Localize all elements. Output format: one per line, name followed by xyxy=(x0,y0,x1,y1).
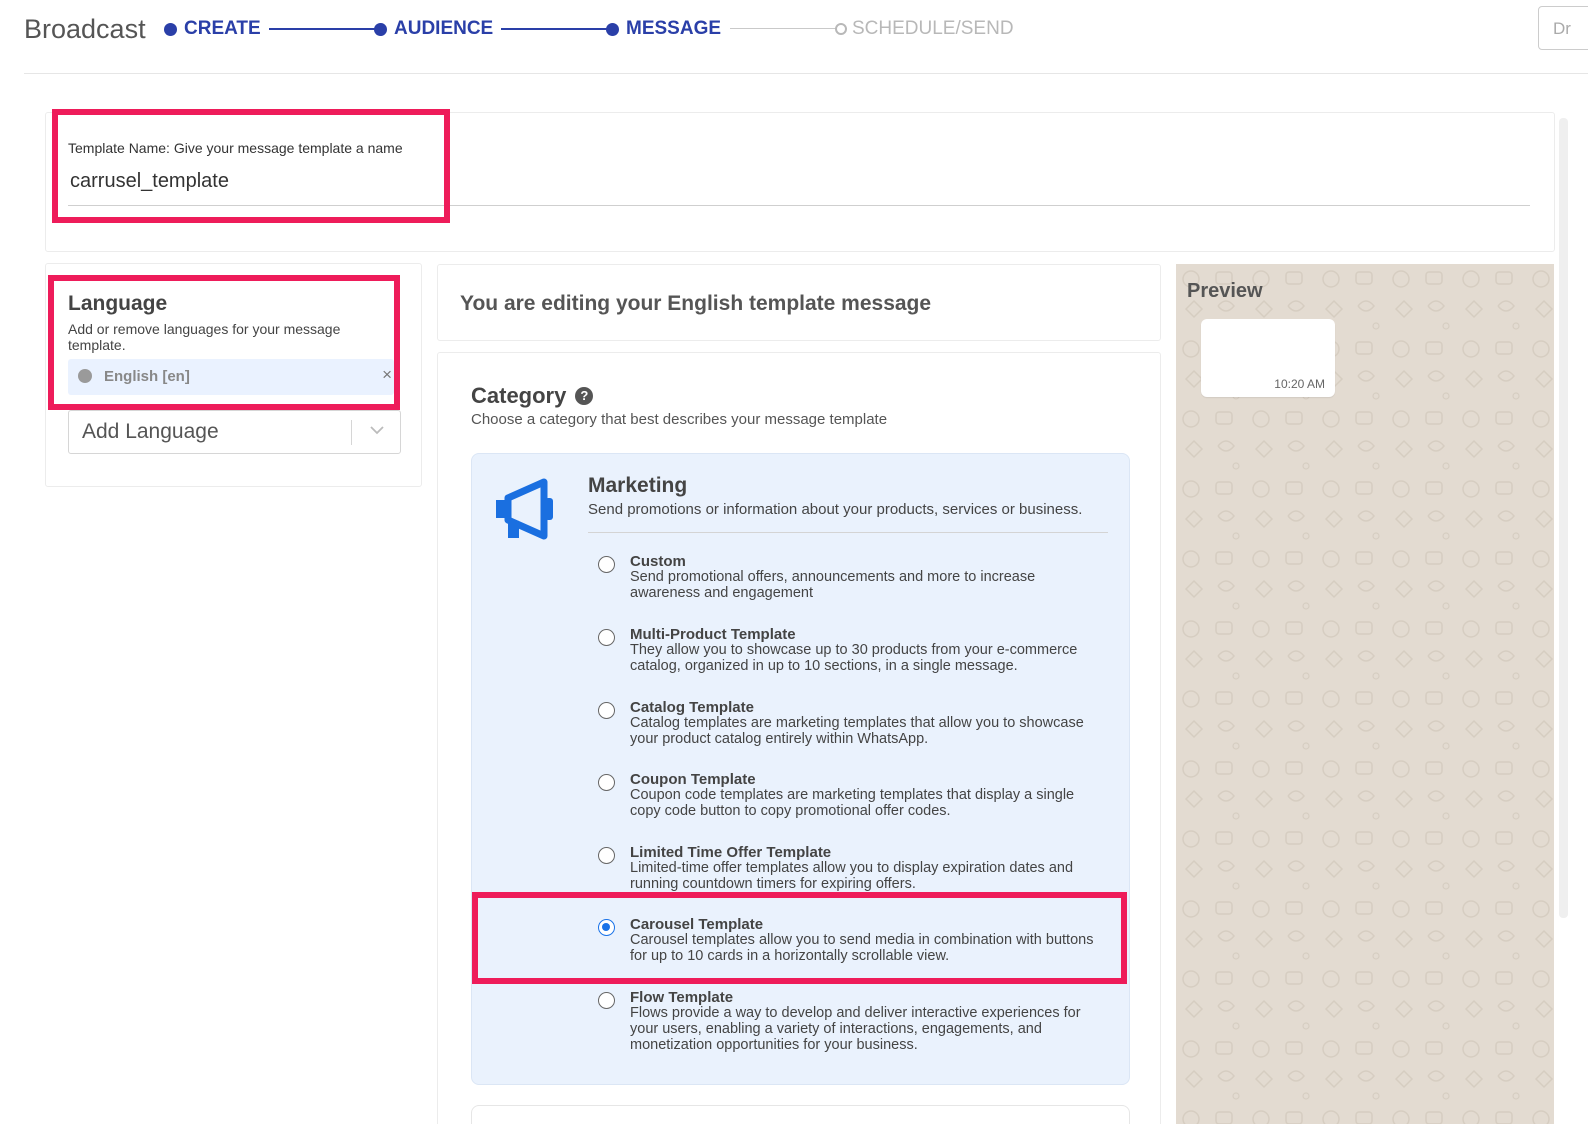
preview-panel: Preview 10:20 AM xyxy=(1176,264,1554,1124)
chevron-down-icon[interactable] xyxy=(370,426,384,435)
marketing-subtitle: Send promotions or information about you… xyxy=(588,501,1083,518)
step-label: SCHEDULE/SEND xyxy=(852,18,1014,39)
draft-button[interactable]: Dr xyxy=(1538,6,1588,50)
option-title: Custom xyxy=(630,553,686,570)
add-language-placeholder: Add Language xyxy=(82,420,219,443)
option-title: Flow Template xyxy=(630,989,734,1006)
brand-title: Broadcast xyxy=(24,14,146,44)
option-description: Send promotional offers, announcements a… xyxy=(630,569,1036,601)
step-label: MESSAGE xyxy=(626,18,722,39)
step-connector xyxy=(269,28,375,30)
option-description: Limited-time offer templates allow you t… xyxy=(630,860,1074,892)
option-title: Catalog Template xyxy=(630,699,754,716)
option-title: Multi-Product Template xyxy=(630,626,796,643)
megaphone-icon xyxy=(496,478,553,540)
step-done-dot-icon xyxy=(374,22,387,36)
highlight-language xyxy=(48,275,400,410)
highlight-template-name xyxy=(52,109,450,223)
marketing-title: Marketing xyxy=(588,474,688,497)
option-description: They allow you to showcase up to 30 prod… xyxy=(630,642,1078,674)
preview-title: Preview xyxy=(1187,280,1263,302)
message-bubble: 10:20 AM xyxy=(1201,319,1335,397)
step-current-dot-icon xyxy=(606,22,619,36)
category-subtitle: Choose a category that best describes yo… xyxy=(471,411,888,428)
radio-button[interactable] xyxy=(598,702,615,719)
category-title: Category ? xyxy=(471,383,594,409)
editing-title: You are editing your English template me… xyxy=(460,292,932,315)
next-category-box[interactable] xyxy=(471,1105,1130,1124)
step-label: AUDIENCE xyxy=(394,18,494,39)
marketing-divider xyxy=(588,532,1108,533)
broadcast-page: Broadcast CREATE AUDIENCE MESSAGE SCHEDU… xyxy=(0,0,1588,1124)
option-description: Coupon code templates are marketing temp… xyxy=(630,787,1075,819)
option-title: Coupon Template xyxy=(630,771,756,788)
step-message[interactable]: MESSAGE xyxy=(606,18,721,40)
marketing-category-box[interactable]: Marketing Send promotions or information… xyxy=(471,453,1130,1085)
option-description: Catalog templates are marketing template… xyxy=(630,715,1084,747)
help-icon[interactable]: ? xyxy=(575,387,594,405)
step-done-dot-icon xyxy=(164,22,177,36)
message-time: 10:20 AM xyxy=(1274,377,1325,391)
step-connector xyxy=(501,28,607,30)
option-description: Flows provide a way to develop and deliv… xyxy=(630,1005,1081,1053)
step-create[interactable]: CREATE xyxy=(164,18,261,40)
step-connector-pending xyxy=(730,28,836,29)
scrollbar[interactable] xyxy=(1559,118,1568,918)
editing-card: You are editing your English template me… xyxy=(437,264,1161,341)
step-label: CREATE xyxy=(184,18,261,39)
category-card: Category ? Choose a category that best d… xyxy=(437,352,1161,1124)
select-separator xyxy=(351,420,352,445)
radio-button[interactable] xyxy=(598,556,615,573)
option-title: Limited Time Offer Template xyxy=(630,844,832,861)
radio-button[interactable] xyxy=(598,992,615,1009)
category-title-text: Category xyxy=(471,383,567,408)
step-schedule-send[interactable]: SCHEDULE/SEND xyxy=(835,18,1014,40)
highlight-carousel-option xyxy=(472,892,1127,984)
radio-button[interactable] xyxy=(598,774,615,791)
step-audience[interactable]: AUDIENCE xyxy=(374,18,493,40)
add-language-select[interactable]: Add Language xyxy=(68,410,401,454)
radio-button[interactable] xyxy=(598,629,615,646)
radio-button[interactable] xyxy=(598,847,615,864)
header-bar: Broadcast CREATE AUDIENCE MESSAGE SCHEDU… xyxy=(24,0,1588,74)
step-pending-circle-icon xyxy=(835,23,847,35)
